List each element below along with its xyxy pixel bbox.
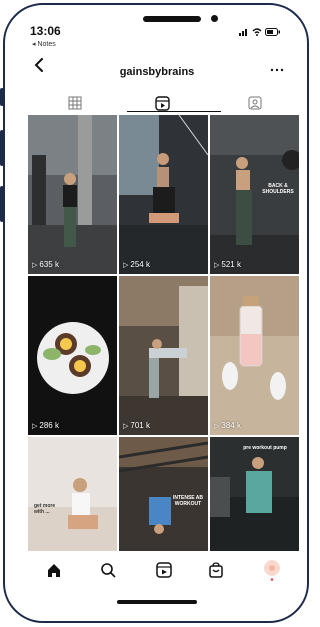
reel-overlay-caption: get more with ... [34,503,56,515]
reels-grid: ▷635 k ▷254 k BACK & SHOULDERS ▷521 k [28,115,299,551]
wifi-icon [252,28,265,38]
shopping-bag-icon [209,562,223,578]
play-icon: ▷ [214,261,220,269]
back-to-app-link[interactable]: ◂ Notes [32,40,56,48]
nav-home[interactable] [42,558,66,582]
search-icon [101,563,116,578]
reels-icon [154,95,170,111]
view-count: ▷ 286 k [32,421,59,430]
speaker-notch [143,16,201,22]
volume-up-button [0,130,4,166]
home-icon [48,564,60,577]
view-count: ▷ 701 k [123,421,150,430]
more-options-button[interactable] [270,61,284,75]
nav-shop[interactable] [204,558,228,582]
reel-tile[interactable]: pre workout pump [210,437,299,551]
tab-posts-grid[interactable] [28,92,122,114]
reel-tile[interactable]: ▷ 635 k [28,115,117,274]
profile-username: gainsbybrains [119,66,195,78]
play-icon: ▷ [32,422,38,430]
signal-icon [239,29,252,38]
reel-tile[interactable]: ▷ 286 k [28,276,117,435]
play-icon: ▷ [123,261,129,269]
status-time: 13:06 [30,24,61,38]
reel-thumbnail [119,276,208,435]
reel-tile[interactable]: BACK & SHOULDERS ▷ 521 k [210,115,299,274]
bottom-navigation [28,552,299,588]
camera-dot [211,15,218,22]
reel-thumbnail [28,437,117,551]
view-count: ▷ 384 k [214,421,241,430]
reel-overlay-caption: INTENSE AB WORKOUT [172,495,204,507]
reel-tile[interactable]: ▷ 254 k [119,115,208,274]
view-count: ▷ 254 k [123,260,150,269]
view-count: ▷ 521 k [214,260,241,269]
more-icon [270,68,284,72]
reels-icon [156,562,172,578]
battery-icon [265,28,281,38]
nav-search[interactable] [96,558,120,582]
reel-tile[interactable]: INTENSE AB WORKOUT [119,437,208,551]
reel-thumbnail [28,276,117,435]
reel-thumbnail [28,115,117,274]
reel-thumbnail [210,276,299,435]
view-count: ▷ 635 k [32,260,59,269]
play-icon: ▷ [214,422,220,430]
active-tab-indicator [127,111,221,112]
nav-profile[interactable] [260,558,284,582]
reel-thumbnail [119,437,208,551]
nav-reels[interactable] [152,558,176,582]
grid-icon [68,96,82,110]
play-icon: ▷ [123,422,129,430]
reel-thumbnail [119,115,208,274]
reel-thumbnail [210,437,299,551]
home-indicator[interactable] [117,600,197,604]
reel-tile[interactable]: get more with ... [28,437,117,551]
volume-down-button [0,186,4,222]
reel-overlay-caption: pre workout pump [243,445,287,451]
status-icons [239,28,281,38]
tagged-person-icon [248,96,262,110]
reel-overlay-caption: BACK & SHOULDERS [262,183,294,195]
play-icon: ▷ [32,261,38,269]
tab-tagged[interactable] [208,92,302,114]
mute-switch [0,88,4,106]
profile-avatar-icon [264,560,280,581]
reel-tile[interactable]: ▷ 701 k [119,276,208,435]
reel-tile[interactable]: ▷ 384 k [210,276,299,435]
